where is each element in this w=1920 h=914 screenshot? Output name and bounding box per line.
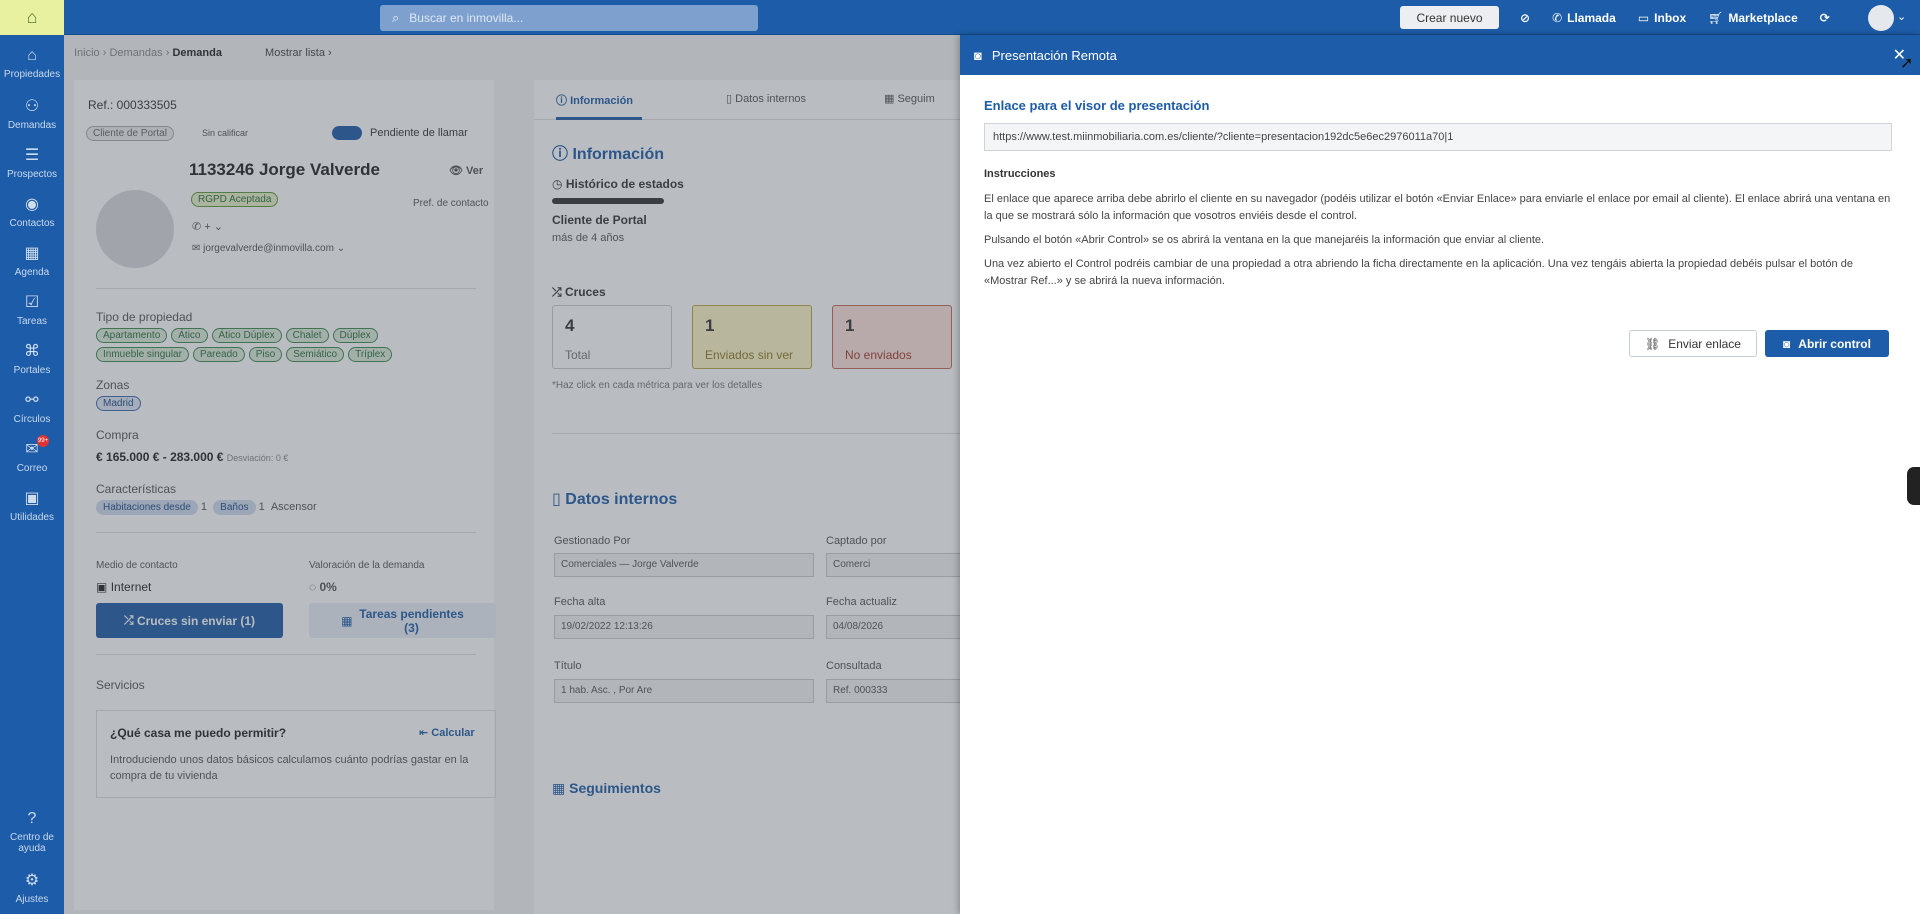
sidebar-item-label: Correo	[16, 463, 48, 474]
inbox-button[interactable]: ▭ Inbox	[1638, 11, 1686, 25]
modal-backdrop[interactable]	[64, 35, 960, 914]
sidebar-item-prospectos[interactable]: ☰ Prospectos	[0, 145, 64, 180]
mail-badge: 99+	[37, 435, 49, 447]
eye-off-icon[interactable]: ⊘	[1520, 11, 1530, 25]
sidebar-item-label: Ajustes	[15, 894, 49, 905]
user-avatar[interactable]	[1868, 5, 1894, 31]
tasks-icon: ☑	[24, 294, 40, 311]
presentation-icon: ◙	[1783, 336, 1791, 351]
users-icon: ⚇	[24, 98, 40, 115]
sidebar-item-label: Agenda	[14, 267, 50, 278]
send-link-label: Enviar enlace	[1668, 336, 1741, 351]
instructions-paragraph-2: Pulsando el botón «Abrir Control» se os …	[984, 234, 1545, 246]
sidebar-item-propiedades[interactable]: ⌂ Propiedades	[0, 47, 64, 80]
sidebar-item-portales[interactable]: ⌘ Portales	[0, 341, 64, 376]
help-icon: ?	[27, 810, 37, 827]
call-button[interactable]: ✆ Llamada	[1552, 11, 1616, 25]
top-bar: ⌂ ⌕ Buscar en inmovilla... Crear nuevo ⊘…	[0, 0, 1920, 35]
instructions-paragraph-1: El enlace que aparece arriba debe abrirl…	[984, 193, 1891, 222]
link-title: Enlace para el visor de presentación	[984, 98, 1210, 113]
send-link-button[interactable]: ⛓︎ Enviar enlace	[1629, 330, 1757, 357]
home-icon: ⌂	[27, 47, 37, 64]
sidebar-item-circulos[interactable]: ⚯ Círculos	[0, 390, 64, 425]
portal-icon: ⌘	[24, 343, 40, 360]
presentation-url-field[interactable]: https://www.test.miinmobiliaria.com.es/c…	[984, 123, 1892, 151]
sidebar-item-label: Prospectos	[6, 169, 58, 180]
inbox-label: Inbox	[1654, 10, 1687, 25]
sidebar-item-agenda[interactable]: ▦ Agenda	[0, 243, 64, 278]
sidebar-item-label: Tareas	[16, 316, 47, 327]
sync-icon[interactable]: ⟳	[1820, 11, 1830, 25]
open-control-label: Abrir control	[1798, 336, 1871, 351]
side-drawer-handle[interactable]	[1907, 467, 1920, 505]
sidebar-item-label: ayuda	[18, 843, 46, 854]
sidebar: ⌂ Propiedades ⚇ Demandas ☰ Prospectos ◉ Cont…	[0, 35, 64, 914]
modal-title: Presentación Remota	[991, 47, 1117, 63]
sidebar-item-label: Contactos	[9, 218, 55, 229]
user-circle-icon: ◉	[25, 196, 39, 213]
home-logo-icon: ⌂	[26, 7, 38, 27]
list-icon: ☰	[24, 147, 40, 164]
call-label: Llamada	[1567, 10, 1616, 25]
instructions-title: Instrucciones	[984, 168, 1056, 180]
sidebar-item-label: Demandas	[7, 120, 57, 131]
presentation-icon: ◙	[974, 47, 982, 63]
sidebar-item-label: Círculos	[13, 414, 51, 425]
phone-icon: ✆	[1552, 10, 1563, 25]
sidebar-item-settings[interactable]: ⚙ Ajustes	[0, 870, 64, 905]
search-placeholder: Buscar en inmovilla...	[409, 11, 524, 25]
circles-icon: ⚯	[25, 392, 39, 409]
calendar-icon: ▦	[24, 245, 40, 262]
marketplace-label: Marketplace	[1728, 10, 1798, 25]
toolbox-icon: ▣	[24, 490, 40, 507]
inbox-icon: ▭	[1637, 10, 1650, 25]
sidebar-item-label: Utilidades	[10, 512, 54, 523]
sidebar-item-help[interactable]: ? Centro de ayuda	[0, 810, 64, 854]
gear-icon: ⚙	[24, 872, 40, 889]
link-icon: ⛓︎	[1645, 336, 1661, 351]
chevron-down-icon[interactable]: ⌄	[1897, 10, 1906, 23]
cart-icon: 🛒︎	[1708, 10, 1724, 25]
modal-header: ◙ Presentación Remota ✕	[960, 35, 1920, 75]
open-control-button[interactable]: ◙ Abrir control	[1765, 330, 1889, 357]
mail-icon: ✉	[25, 441, 39, 458]
sidebar-item-correo[interactable]: ✉ 99+ Correo	[0, 435, 64, 474]
instructions-paragraph-3: Una vez abierto el Control podréis cambi…	[984, 258, 1853, 287]
top-actions: ⊘ ✆ Llamada ▭ Inbox 🛒︎ Marketplace ⟳	[1520, 0, 1830, 35]
sidebar-item-tareas[interactable]: ☑ Tareas	[0, 292, 64, 327]
sidebar-item-utilidades[interactable]: ▣ Utilidades	[0, 488, 64, 523]
search-icon: ⌕	[392, 10, 400, 25]
marketplace-button[interactable]: 🛒︎ Marketplace	[1708, 11, 1798, 25]
sidebar-item-label: Portales	[13, 365, 51, 376]
remote-presentation-modal: ◙ Presentación Remota ✕ Enlace para el v…	[960, 35, 1920, 914]
create-new-button[interactable]: Crear nuevo	[1400, 6, 1499, 29]
app-logo[interactable]: ⌂	[0, 0, 64, 35]
mouse-cursor-icon: ➚	[1900, 55, 1914, 72]
sidebar-item-label: Propiedades	[3, 69, 61, 80]
sidebar-item-label: Centro de	[10, 832, 54, 843]
sidebar-item-demandas[interactable]: ⚇ Demandas	[0, 96, 64, 131]
sidebar-item-contactos[interactable]: ◉ Contactos	[0, 194, 64, 229]
search-input[interactable]: ⌕ Buscar en inmovilla...	[380, 5, 758, 31]
